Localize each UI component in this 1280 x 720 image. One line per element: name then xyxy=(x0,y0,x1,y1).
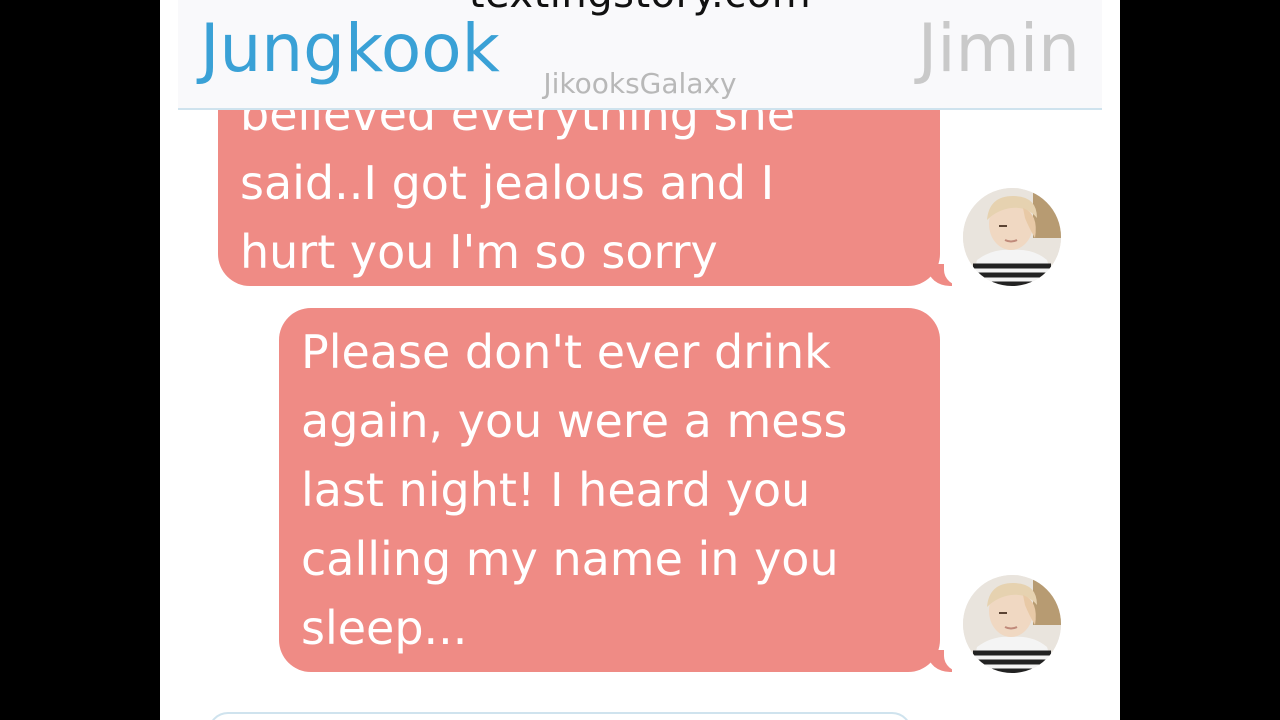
message-text: Please don't ever drink again, you were … xyxy=(301,318,918,663)
sender-avatar[interactable] xyxy=(963,575,1061,673)
message-text: believed everything she said..I got jeal… xyxy=(240,80,918,287)
contact-name-right[interactable]: Jimin xyxy=(918,10,1080,88)
message-bubble: Please don't ever drink again, you were … xyxy=(279,308,968,672)
message-line: hurt you I'm so sorry xyxy=(240,225,718,279)
message-line: said..I got jealous and I xyxy=(240,156,775,210)
sender-avatar[interactable] xyxy=(963,188,1061,286)
chat-header: textingstory.com Jungkook JikooksGalaxy … xyxy=(178,0,1102,110)
message-line: sleep... xyxy=(301,601,468,655)
message-line: again, you were a mess xyxy=(301,394,848,448)
profile-photo-icon xyxy=(963,188,1061,286)
profile-photo-icon xyxy=(963,575,1061,673)
incoming-message-bubble xyxy=(208,712,912,720)
message-line: calling my name in you xyxy=(301,532,839,586)
chat-screen: believed everything she said..I got jeal… xyxy=(160,0,1120,720)
message-line: Please don't ever drink xyxy=(301,325,831,379)
message-line: last night! I heard you xyxy=(301,463,811,517)
